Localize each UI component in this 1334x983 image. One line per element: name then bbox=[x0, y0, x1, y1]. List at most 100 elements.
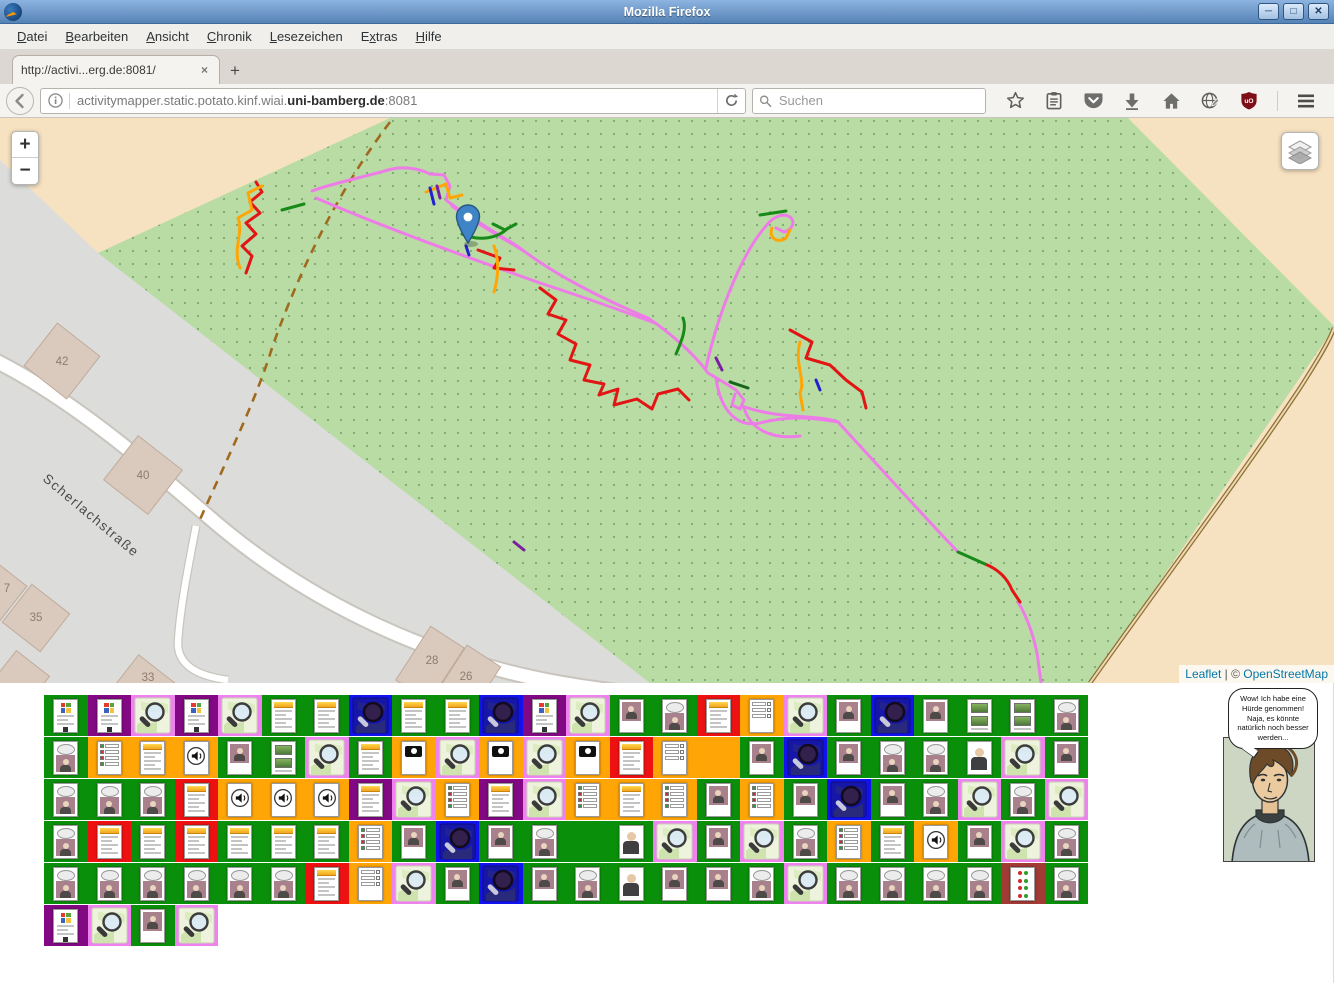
zoom-out-button[interactable]: − bbox=[12, 158, 38, 184]
url-bar[interactable]: activitymapper.static.potato.kinf.wiai.u… bbox=[40, 88, 746, 114]
pocket-icon[interactable] bbox=[1082, 90, 1104, 112]
activity-thumbnail-speaker[interactable] bbox=[175, 737, 219, 778]
activity-thumbnail-checklist[interactable] bbox=[349, 821, 393, 862]
downloads-icon[interactable] bbox=[1121, 90, 1143, 112]
activity-thumbnail-doc[interactable] bbox=[436, 695, 480, 736]
activity-thumbnail-doc[interactable] bbox=[610, 737, 654, 778]
activity-thumbnail-bubble[interactable] bbox=[1045, 863, 1089, 904]
activity-thumbnail-bubble[interactable] bbox=[566, 863, 610, 904]
activity-thumbnail-speaker[interactable] bbox=[914, 821, 958, 862]
activity-thumbnail-map[interactable] bbox=[523, 737, 567, 778]
activity-thumbnail-windoc[interactable] bbox=[44, 905, 88, 946]
search-bar[interactable] bbox=[752, 88, 986, 114]
activity-thumbnail-person[interactable] bbox=[479, 821, 523, 862]
activity-thumbnail-person[interactable] bbox=[827, 695, 871, 736]
leaflet-map[interactable]: 4240357332826 Scherlachstraße + − Leafle… bbox=[0, 118, 1334, 683]
activity-thumbnail-mapdark[interactable] bbox=[436, 821, 480, 862]
activity-thumbnail-bubble[interactable] bbox=[44, 821, 88, 862]
activity-thumbnail-checklist[interactable] bbox=[653, 779, 697, 820]
search-input[interactable] bbox=[777, 92, 979, 109]
activity-thumbnail-person[interactable] bbox=[218, 737, 262, 778]
ublock-shield-icon[interactable]: uO bbox=[1238, 90, 1260, 112]
activity-thumbnail-map[interactable] bbox=[1001, 737, 1045, 778]
activity-thumbnail-form[interactable] bbox=[740, 695, 784, 736]
home-icon[interactable] bbox=[1160, 90, 1182, 112]
activity-thumbnail-form[interactable] bbox=[653, 737, 697, 778]
activity-thumbnail-map[interactable] bbox=[566, 695, 610, 736]
activity-thumbnail-doc[interactable] bbox=[697, 695, 741, 736]
activity-thumbnail-person[interactable] bbox=[436, 863, 480, 904]
activity-thumbnail-bubble[interactable] bbox=[88, 779, 132, 820]
activity-thumbnail-map[interactable] bbox=[218, 695, 262, 736]
menu-hamburger-icon[interactable] bbox=[1295, 90, 1317, 112]
activity-thumbnail-empty[interactable] bbox=[697, 737, 741, 778]
activity-thumbnail-doc[interactable] bbox=[88, 821, 132, 862]
activity-thumbnail-map[interactable] bbox=[175, 905, 219, 946]
menu-lesezeichen[interactable]: Lesezeichen bbox=[261, 25, 352, 48]
activity-thumbnail-bubble[interactable] bbox=[88, 863, 132, 904]
browser-tab[interactable]: http://activi...erg.de:8081/ × bbox=[12, 55, 220, 84]
activity-thumbnail-bubble[interactable] bbox=[218, 863, 262, 904]
activity-thumbnail-map[interactable] bbox=[784, 863, 828, 904]
zoom-in-button[interactable]: + bbox=[12, 132, 38, 158]
activity-thumbnail-bubble[interactable] bbox=[740, 863, 784, 904]
activity-thumbnail-doc[interactable] bbox=[871, 821, 915, 862]
activity-thumbnail-person[interactable] bbox=[392, 821, 436, 862]
activity-thumbnail-checklist[interactable] bbox=[566, 779, 610, 820]
activity-thumbnail-bubble[interactable] bbox=[523, 821, 567, 862]
activity-thumbnail-mapdark[interactable] bbox=[784, 737, 828, 778]
activity-thumbnail-mapdark[interactable] bbox=[827, 779, 871, 820]
activity-thumbnail-mapdark[interactable] bbox=[349, 695, 393, 736]
activity-thumbnail-checklist[interactable] bbox=[436, 779, 480, 820]
activity-thumbnail-bubble[interactable] bbox=[871, 737, 915, 778]
activity-thumbnail-map[interactable] bbox=[131, 695, 175, 736]
menu-chronik[interactable]: Chronik bbox=[198, 25, 261, 48]
activity-thumbnail-windoc[interactable] bbox=[175, 695, 219, 736]
activity-thumbnail-checklist[interactable] bbox=[827, 821, 871, 862]
activity-thumbnail-form[interactable] bbox=[349, 863, 393, 904]
activity-thumbnail-doc[interactable] bbox=[262, 695, 306, 736]
activity-thumbnail-doc[interactable] bbox=[305, 863, 349, 904]
activity-thumbnail-map[interactable] bbox=[523, 779, 567, 820]
activity-thumbnail-doc[interactable] bbox=[392, 695, 436, 736]
activity-thumbnail-person[interactable] bbox=[653, 863, 697, 904]
activity-thumbnail-map[interactable] bbox=[958, 779, 1002, 820]
activity-thumbnail-doc[interactable] bbox=[131, 821, 175, 862]
activity-thumbnail-mapdark[interactable] bbox=[871, 695, 915, 736]
activity-thumbnail-doc[interactable] bbox=[175, 821, 219, 862]
tab-close-icon[interactable]: × bbox=[198, 63, 211, 77]
leaflet-link[interactable]: Leaflet bbox=[1185, 667, 1221, 681]
activity-thumbnail-doc[interactable] bbox=[175, 779, 219, 820]
activity-thumbnail-person[interactable] bbox=[697, 821, 741, 862]
activity-thumbnail-map[interactable] bbox=[653, 821, 697, 862]
activity-thumbnail-person[interactable] bbox=[784, 779, 828, 820]
activity-thumbnail-speaker[interactable] bbox=[218, 779, 262, 820]
activity-thumbnail-person[interactable] bbox=[610, 695, 654, 736]
activity-thumbnail-windoc[interactable] bbox=[88, 695, 132, 736]
activity-thumbnail-bubble[interactable] bbox=[914, 737, 958, 778]
reload-button[interactable] bbox=[717, 89, 745, 113]
activity-thumbnail-map[interactable] bbox=[784, 695, 828, 736]
activity-thumbnail-bubble[interactable] bbox=[784, 821, 828, 862]
activity-thumbnail-bubble[interactable] bbox=[653, 695, 697, 736]
activity-thumbnail-camera[interactable] bbox=[479, 737, 523, 778]
activity-thumbnail-portrait[interactable] bbox=[958, 737, 1002, 778]
activity-thumbnail-bubble[interactable] bbox=[871, 863, 915, 904]
menu-datei[interactable]: Datei bbox=[8, 25, 56, 48]
activity-thumbnail-bubble[interactable] bbox=[131, 779, 175, 820]
activity-thumbnail-doc[interactable] bbox=[131, 737, 175, 778]
activity-thumbnail-person[interactable] bbox=[1045, 737, 1089, 778]
bookmark-star-icon[interactable] bbox=[1004, 90, 1026, 112]
activity-thumbnail-map[interactable] bbox=[740, 821, 784, 862]
activity-thumbnail-person[interactable] bbox=[914, 695, 958, 736]
activity-thumbnail-person[interactable] bbox=[827, 737, 871, 778]
activity-thumbnail-doc[interactable] bbox=[218, 821, 262, 862]
menu-bearbeiten[interactable]: Bearbeiten bbox=[56, 25, 137, 48]
activity-thumbnail-doc[interactable] bbox=[305, 821, 349, 862]
activity-thumbnail-windoc[interactable] bbox=[523, 695, 567, 736]
activity-thumbnail-map[interactable] bbox=[392, 863, 436, 904]
activity-thumbnail-empty[interactable] bbox=[566, 821, 610, 862]
activity-thumbnail-camera[interactable] bbox=[392, 737, 436, 778]
activity-thumbnail-mapdark[interactable] bbox=[479, 863, 523, 904]
activity-thumbnail-person[interactable] bbox=[523, 863, 567, 904]
